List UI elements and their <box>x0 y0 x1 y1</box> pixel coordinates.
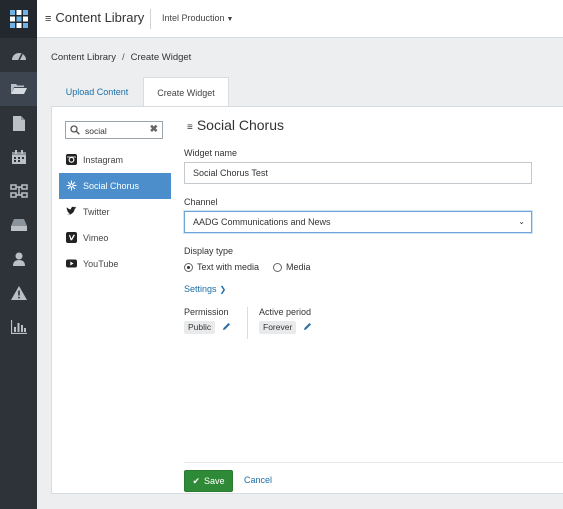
nav-network[interactable] <box>0 174 37 208</box>
radio-label: Text with media <box>197 262 260 272</box>
chevron-down-icon: ❯ <box>219 285 227 294</box>
form-heading: ≡ Social Chorus <box>187 117 284 133</box>
widget-item-label: Twitter <box>83 207 110 217</box>
nav-reports[interactable] <box>0 310 37 344</box>
clear-icon[interactable]: ✖ <box>150 124 158 135</box>
youtube-icon <box>66 259 77 268</box>
widget-item-social-chorus[interactable]: Social Chorus <box>59 173 171 199</box>
app-title: Content Library <box>55 10 145 25</box>
widget-item-twitter[interactable]: Twitter <box>59 199 171 225</box>
caret-down-icon: ▼ <box>226 16 234 23</box>
folder-icon <box>10 84 27 94</box>
bar-chart-icon <box>10 320 27 334</box>
widget-search-input[interactable]: social ✖ <box>65 121 163 139</box>
environment-dropdown[interactable]: Intel Production ▼ <box>162 13 233 23</box>
channel-label: Channel <box>184 197 218 207</box>
tab-upload-content[interactable]: Upload Content <box>51 77 143 107</box>
nav-content-library[interactable] <box>0 72 37 106</box>
grid-logo-icon <box>9 10 28 28</box>
check-icon: ✔ <box>192 475 201 486</box>
calendar-icon <box>11 150 26 164</box>
cancel-button[interactable]: Cancel <box>244 475 272 485</box>
radio-label: Media <box>286 262 311 272</box>
nav-users[interactable] <box>0 242 37 276</box>
nav-dashboard[interactable] <box>0 38 37 72</box>
twitter-icon <box>66 206 77 215</box>
network-icon <box>9 184 28 198</box>
radio-media[interactable]: Media <box>273 262 311 272</box>
breadcrumb-root[interactable]: Content Library <box>51 52 116 63</box>
create-widget-panel: social ✖ Instagram Social Chorus Twitter… <box>51 106 563 494</box>
breadcrumb: Content Library / Create Widget <box>51 52 191 63</box>
search-value: social <box>85 126 107 136</box>
widget-item-instagram[interactable]: Instagram <box>59 147 171 173</box>
save-label: Save <box>204 476 225 486</box>
display-type-label: Display type <box>184 246 234 256</box>
widget-name-label: Widget name <box>184 148 238 158</box>
settings-label: Settings <box>184 284 217 294</box>
widget-name-value: Social Chorus Test <box>193 168 268 178</box>
top-bar: ≡ Content Library Intel Production ▼ <box>37 0 563 38</box>
app-logo[interactable] <box>0 0 37 38</box>
breadcrumb-current: Create Widget <box>130 52 192 63</box>
edit-permission-icon[interactable] <box>222 322 231 331</box>
widget-type-list: Instagram Social Chorus Twitter Vimeo Yo… <box>59 147 171 277</box>
nav-rail <box>0 0 37 509</box>
warning-icon <box>10 286 27 300</box>
channel-select[interactable]: AADG Communications and News ⌄ <box>184 211 532 233</box>
active-period-badge: Forever <box>259 321 297 334</box>
hamburger-icon: ≡ <box>45 13 52 25</box>
dashboard-icon <box>11 53 26 61</box>
social-chorus-icon <box>66 180 77 191</box>
field-divider <box>247 307 248 339</box>
app-title-menu[interactable]: ≡ Content Library <box>45 10 144 25</box>
nav-storage[interactable] <box>0 208 37 242</box>
search-icon <box>70 125 80 135</box>
chevron-down-icon: ⌄ <box>518 217 525 226</box>
footer-divider <box>184 462 563 463</box>
settings-toggle[interactable]: Settings ❯ <box>184 284 226 294</box>
permission-badge: Public <box>184 321 216 334</box>
widget-item-label: YouTube <box>83 259 119 269</box>
drive-icon <box>10 219 27 231</box>
edit-active-period-icon[interactable] <box>303 322 312 331</box>
vimeo-icon <box>66 232 77 243</box>
nav-calendar[interactable] <box>0 140 37 174</box>
radio-text-with-media[interactable]: Text with media <box>184 262 259 272</box>
save-button[interactable]: ✔ Save <box>184 470 233 492</box>
channel-value: AADG Communications and News <box>193 217 331 227</box>
widget-name-field[interactable]: Social Chorus Test <box>184 162 532 184</box>
widget-item-youtube[interactable]: YouTube <box>59 251 171 277</box>
form-heading-text: Social Chorus <box>196 117 284 133</box>
permission-label: Permission <box>184 307 229 317</box>
radio-selected-icon <box>184 262 193 272</box>
user-icon <box>12 252 25 266</box>
breadcrumb-separator: / <box>121 52 125 63</box>
document-icon <box>12 115 25 131</box>
instagram-icon <box>66 154 77 165</box>
topbar-divider <box>150 9 151 29</box>
widget-item-label: Social Chorus <box>83 181 140 191</box>
active-period-label: Active period <box>259 307 312 317</box>
widget-item-vimeo[interactable]: Vimeo <box>59 225 171 251</box>
widget-item-label: Vimeo <box>83 233 109 243</box>
radio-unselected-icon <box>273 262 282 272</box>
nav-alerts[interactable] <box>0 276 37 310</box>
hamburger-icon: ≡ <box>187 122 193 133</box>
widget-item-label: Instagram <box>83 155 124 165</box>
environment-label: Intel Production <box>162 13 225 23</box>
tab-create-widget[interactable]: Create Widget <box>143 77 229 107</box>
nav-documents[interactable] <box>0 106 37 140</box>
